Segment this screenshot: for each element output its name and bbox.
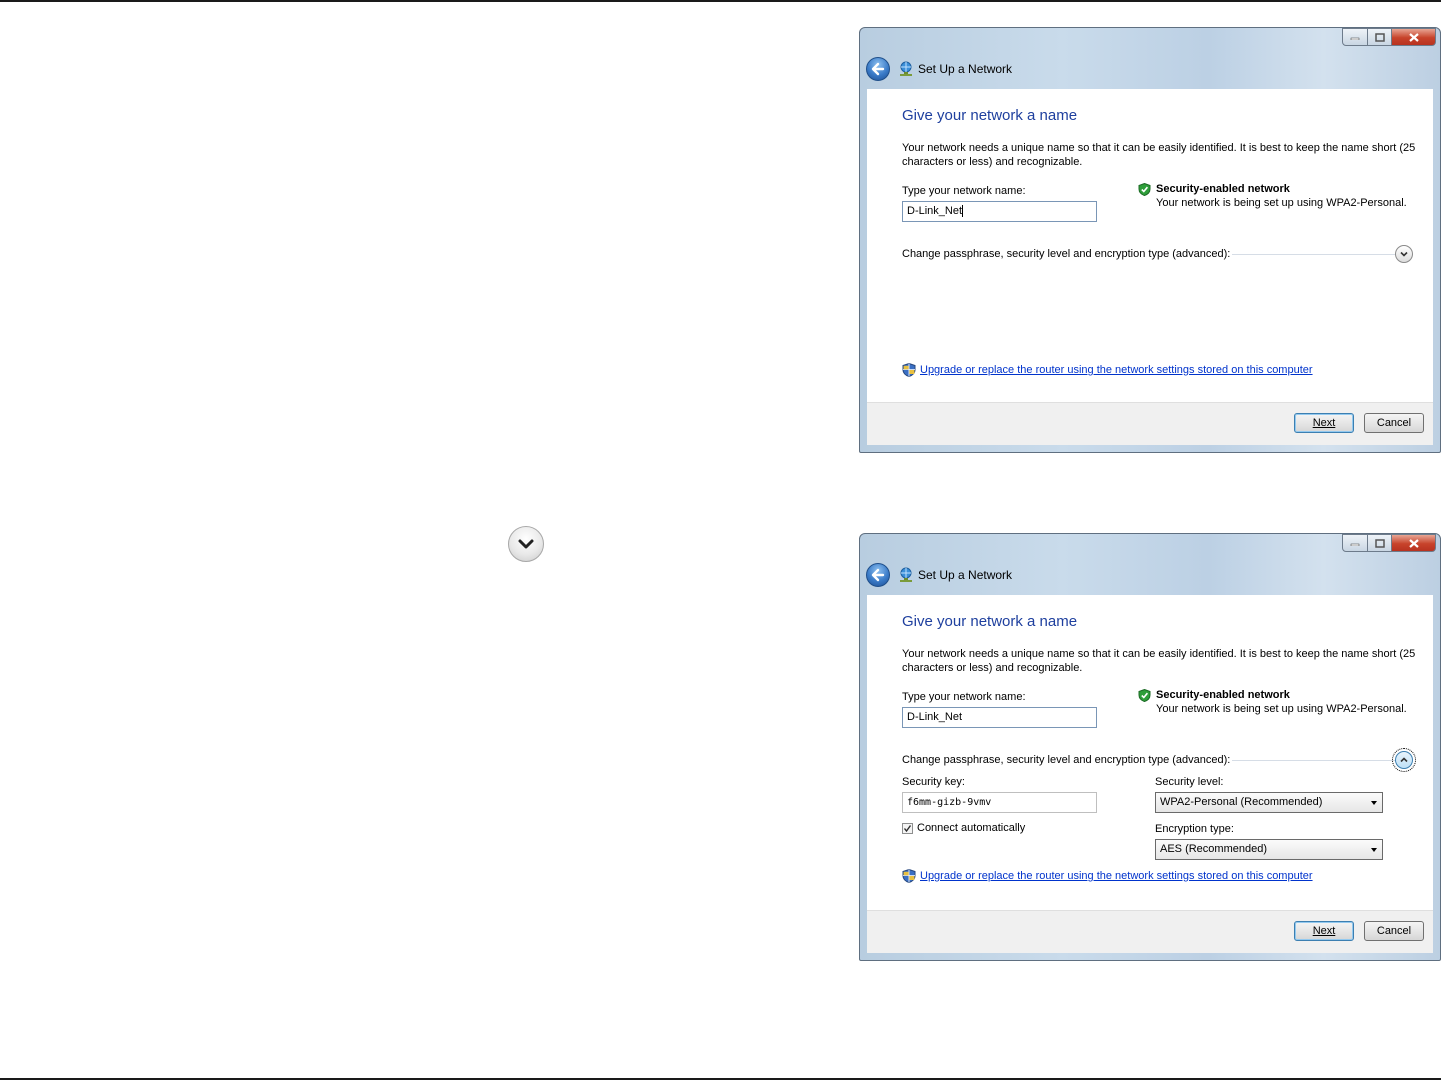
security-key-input[interactable]: f6mm-gizb-9vmv [902, 792, 1097, 813]
minimize-button[interactable] [1342, 28, 1368, 46]
titlebar: Set Up a Network [866, 562, 1012, 588]
wizard-content: Give your network a name Your network ne… [867, 89, 1433, 406]
expand-button-illustration [508, 526, 544, 562]
security-level-select[interactable]: WPA2-Personal (Recommended) [1155, 792, 1383, 813]
uac-shield-icon [902, 869, 916, 883]
security-level-label: Security level: [1155, 776, 1224, 788]
window-controls [1342, 534, 1436, 552]
dropdown-arrow-icon [1371, 848, 1377, 852]
close-button[interactable] [1392, 28, 1436, 46]
shield-check-icon [1138, 183, 1151, 196]
shield-check-icon [1138, 689, 1151, 702]
wizard-content: Give your network a name Your network ne… [867, 595, 1433, 914]
network-icon [900, 61, 912, 76]
dropdown-arrow-icon [1371, 801, 1377, 805]
collapse-advanced-button[interactable] [1392, 748, 1416, 772]
security-status-title: Security-enabled network [1156, 689, 1290, 701]
close-icon [1408, 538, 1419, 548]
window-title: Set Up a Network [918, 568, 1013, 582]
connect-automatically-label: Connect automatically [917, 822, 1026, 834]
titlebar: Set Up a Network [866, 56, 1012, 82]
next-button[interactable]: Next [1294, 921, 1354, 941]
maximize-icon [1374, 538, 1385, 548]
divider [1232, 254, 1398, 255]
advanced-settings-label: Change passphrase, security level and en… [902, 248, 1231, 260]
page-description: Your network needs a unique name so that… [902, 142, 1416, 168]
maximize-icon [1374, 32, 1385, 42]
security-key-value: f6mm-gizb-9vmv [907, 797, 992, 808]
maximize-button[interactable] [1368, 28, 1392, 46]
security-status-title: Security-enabled network [1156, 183, 1290, 195]
minimize-button[interactable] [1342, 534, 1368, 552]
connect-automatically-checkbox[interactable] [902, 823, 913, 834]
window-title: Set Up a Network [918, 62, 1013, 76]
page-top-rule [0, 0, 1441, 2]
back-button[interactable] [866, 563, 890, 587]
network-name-input[interactable]: D-Link_Net [902, 201, 1097, 222]
network-name-value: D-Link_Net [907, 205, 963, 217]
uac-shield-icon [902, 363, 916, 377]
minimize-icon [1350, 37, 1360, 40]
next-button-label: Next [1312, 925, 1336, 937]
network-icon [900, 567, 912, 582]
encryption-type-select[interactable]: AES (Recommended) [1155, 839, 1383, 860]
security-status-desc: Your network is being set up using WPA2-… [1156, 197, 1407, 209]
back-arrow-icon [871, 568, 885, 582]
upgrade-router-link[interactable]: Upgrade or replace the router using the … [920, 364, 1313, 376]
upgrade-router-row: Upgrade or replace the router using the … [902, 869, 1313, 883]
cancel-button-label: Cancel [1376, 417, 1412, 429]
upgrade-router-link[interactable]: Upgrade or replace the router using the … [920, 870, 1313, 882]
chevron-down-icon [1400, 251, 1408, 257]
next-button[interactable]: Next [1294, 413, 1354, 433]
network-name-input[interactable]: D-Link_Net [902, 707, 1097, 728]
setup-network-window-expanded: Set Up a Network Give your network a nam… [859, 533, 1441, 961]
advanced-settings-label: Change passphrase, security level and en… [902, 754, 1231, 766]
divider [1232, 760, 1398, 761]
cancel-button[interactable]: Cancel [1364, 413, 1424, 433]
network-name-label: Type your network name: [902, 691, 1026, 703]
security-key-label: Security key: [902, 776, 965, 788]
checkmark-icon [903, 825, 912, 833]
page-bottom-rule [0, 1078, 1441, 1080]
upgrade-router-row: Upgrade or replace the router using the … [902, 363, 1313, 377]
chevron-down-icon [518, 539, 534, 549]
network-name-label: Type your network name: [902, 185, 1026, 197]
encryption-type-label: Encryption type: [1155, 823, 1234, 835]
window-controls [1342, 28, 1436, 46]
minimize-icon [1350, 543, 1360, 546]
back-arrow-icon [871, 62, 885, 76]
page-description: Your network needs a unique name so that… [902, 648, 1416, 674]
network-name-value: D-Link_Net [907, 711, 963, 723]
page-heading: Give your network a name [902, 613, 1078, 630]
cancel-button[interactable]: Cancel [1364, 921, 1424, 941]
chevron-up-icon [1400, 757, 1408, 763]
encryption-type-value: AES (Recommended) [1160, 843, 1267, 855]
close-button[interactable] [1392, 534, 1436, 552]
wizard-footer: Next Cancel [867, 402, 1433, 445]
security-level-value: WPA2-Personal (Recommended) [1160, 796, 1323, 808]
setup-network-window-collapsed: Set Up a Network Give your network a nam… [859, 27, 1441, 453]
wizard-footer: Next Cancel [867, 910, 1433, 953]
next-button-label: Next [1312, 417, 1336, 429]
maximize-button[interactable] [1368, 534, 1392, 552]
page-heading: Give your network a name [902, 107, 1078, 124]
expand-advanced-button[interactable] [1395, 245, 1413, 263]
cancel-button-label: Cancel [1376, 925, 1412, 937]
close-icon [1408, 32, 1419, 42]
security-status-desc: Your network is being set up using WPA2-… [1156, 703, 1407, 715]
back-button[interactable] [866, 57, 890, 81]
